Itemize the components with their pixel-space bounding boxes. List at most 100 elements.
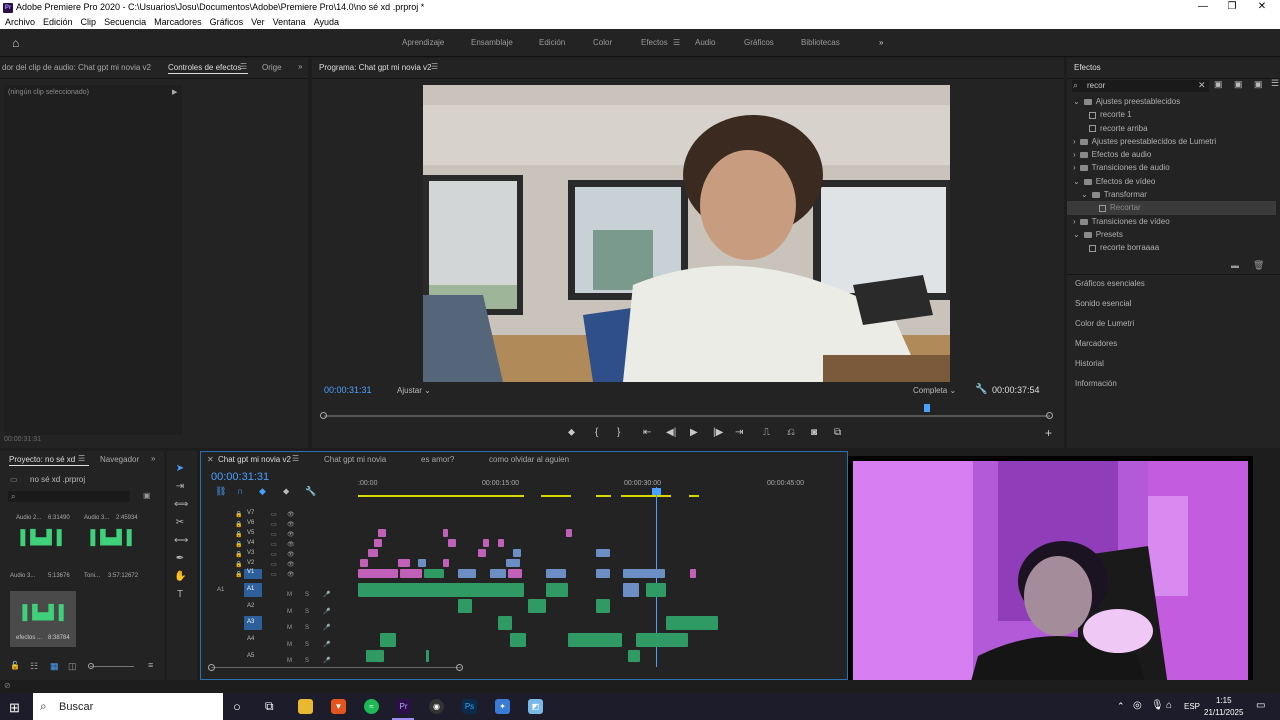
track-v6[interactable]: V6 bbox=[247, 520, 254, 526]
taskbar-search-box[interactable]: ⌕ Buscar bbox=[33, 693, 223, 720]
video-clip[interactable] bbox=[448, 539, 456, 547]
close-tab-icon[interactable]: ✕ bbox=[207, 455, 214, 464]
track-v1[interactable]: V1 bbox=[244, 569, 262, 579]
icon-view-icon[interactable]: ▦ bbox=[50, 661, 59, 672]
premiere-taskbar-icon[interactable]: Pr bbox=[396, 699, 411, 714]
program-scrubber[interactable] bbox=[324, 415, 1050, 417]
audio-clip[interactable] bbox=[666, 616, 718, 630]
ws-efectos[interactable]: Efectos bbox=[641, 38, 668, 47]
add-marker-icon[interactable]: ◆ bbox=[259, 486, 266, 497]
quality-dropdown[interactable]: Completa ⌄ bbox=[913, 386, 956, 395]
lock-icon[interactable]: 🔓 bbox=[10, 661, 20, 670]
project-menu-icon[interactable]: ☰ bbox=[78, 454, 85, 463]
tree-lumetri-folder[interactable]: › Ajustes preestablecidos de Lumetri bbox=[1071, 135, 1276, 148]
track-v5[interactable]: V5 bbox=[247, 530, 254, 536]
export-frame-icon[interactable]: ◙ bbox=[811, 427, 817, 438]
audio-clip[interactable] bbox=[498, 616, 512, 630]
accelerated-effects-icon[interactable]: ▣ bbox=[1214, 79, 1223, 90]
menu-marcadores[interactable]: Marcadores bbox=[154, 16, 202, 29]
video-clip[interactable] bbox=[546, 569, 566, 578]
video-clip[interactable] bbox=[443, 559, 449, 567]
playhead-handle[interactable] bbox=[652, 488, 661, 495]
timeline-tab-2[interactable]: Chat gpt mi novia bbox=[324, 455, 386, 464]
program-current-timecode[interactable]: 00:00:31:31 bbox=[324, 385, 372, 395]
ws-aprendizaje[interactable]: Aprendizaje bbox=[402, 38, 444, 47]
close-button[interactable]: ✕ bbox=[1252, 1, 1272, 15]
program-tab[interactable]: Programa: Chat gpt mi novia v2 bbox=[319, 63, 432, 72]
marker-icon[interactable]: ⬥ bbox=[283, 486, 289, 497]
maximize-button[interactable]: ❐ bbox=[1222, 1, 1242, 15]
video-clip[interactable] bbox=[378, 529, 386, 537]
language-indicator[interactable]: ESP bbox=[1184, 702, 1200, 711]
slip-tool-icon[interactable]: ⟷ bbox=[174, 535, 188, 547]
origin-tab[interactable]: Orige bbox=[262, 63, 282, 72]
network-icon[interactable]: ⌂ bbox=[1166, 700, 1172, 711]
menu-ventana[interactable]: Ventana bbox=[273, 16, 306, 29]
taskbar-time[interactable]: 1:15 bbox=[1216, 696, 1232, 705]
scrollbar-left-handle[interactable] bbox=[208, 664, 215, 671]
project-menu-lines-icon[interactable]: ≡ bbox=[148, 660, 153, 670]
microphone-icon[interactable]: 🎙 bbox=[1151, 700, 1164, 711]
delete-icon[interactable]: 🗑 bbox=[1253, 260, 1264, 271]
section-sonido-esencial[interactable]: Sonido esencial bbox=[1067, 294, 1280, 314]
project-item-audio-2[interactable]: ▌▙▟▐ Audio 2... 6:31490 bbox=[10, 512, 74, 568]
new-bin-icon[interactable]: ▣ bbox=[143, 491, 151, 500]
track-a1[interactable]: A1 bbox=[244, 583, 262, 597]
ripple-edit-tool-icon[interactable]: ⟺ bbox=[174, 499, 188, 511]
fit-dropdown[interactable]: Ajustar ⌄ bbox=[397, 386, 431, 395]
razor-tool-icon[interactable]: ✂ bbox=[174, 517, 186, 529]
audio-clip[interactable] bbox=[528, 599, 546, 613]
cortana-icon[interactable]: ○ bbox=[233, 699, 241, 714]
photoshop-icon[interactable]: Ps bbox=[462, 699, 477, 714]
hand-tool-icon[interactable]: ✋ bbox=[174, 571, 186, 583]
tree-recortar-selected[interactable]: Recortar bbox=[1067, 201, 1276, 215]
taskbar-date[interactable]: 21/11/2025 bbox=[1204, 708, 1243, 717]
menu-ver[interactable]: Ver bbox=[251, 16, 265, 29]
video-clip[interactable] bbox=[443, 529, 448, 537]
freeform-view-icon[interactable]: ◫ bbox=[68, 661, 77, 672]
tree-recorte-borraaaa[interactable]: recorte borraaaa bbox=[1071, 241, 1276, 254]
mark-in-icon[interactable]: { bbox=[595, 427, 598, 438]
audio-clip[interactable] bbox=[546, 583, 568, 597]
more-workspaces-icon[interactable]: » bbox=[879, 38, 883, 47]
32bit-effects-icon[interactable]: ▣ bbox=[1234, 79, 1243, 90]
video-clip[interactable] bbox=[374, 539, 382, 547]
add-marker-icon[interactable]: ⬥ bbox=[568, 427, 575, 438]
home-icon[interactable]: ⌂ bbox=[12, 36, 19, 50]
audio-clip[interactable] bbox=[366, 650, 384, 662]
pen-tool-icon[interactable]: ✒ bbox=[174, 553, 186, 565]
tray-chevron-icon[interactable]: ⌃ bbox=[1117, 701, 1125, 712]
project-search-field[interactable]: ⌕ bbox=[8, 491, 130, 502]
menu-archivo[interactable]: Archivo bbox=[5, 16, 35, 29]
timeline-tab-4[interactable]: como olvidar al aguien bbox=[489, 455, 569, 464]
playhead-marker[interactable] bbox=[924, 404, 930, 412]
video-clip[interactable] bbox=[418, 559, 426, 567]
video-clip[interactable] bbox=[424, 569, 444, 578]
lock-toggle-icons[interactable]: 🔒 🔒 🔒 🔒 🔒 🔒 🔒 bbox=[235, 510, 242, 580]
mark-out-icon[interactable]: } bbox=[617, 427, 620, 438]
new-bin-icon[interactable]: ▬ bbox=[1231, 261, 1239, 270]
project-overflow-icon[interactable]: » bbox=[151, 454, 155, 463]
extract-icon[interactable]: ⎌ bbox=[787, 427, 795, 438]
section-color-lumetri[interactable]: Color de Lumetri bbox=[1067, 314, 1280, 334]
timeline-settings-icon[interactable]: 🔧 bbox=[305, 486, 316, 497]
panel-menu-icon[interactable]: ☰ bbox=[240, 62, 247, 71]
audio-clip[interactable] bbox=[358, 583, 524, 597]
play-icon[interactable]: ▶ bbox=[690, 427, 698, 438]
step-back-icon[interactable]: ◀| bbox=[666, 427, 676, 438]
section-graficos-esenciales[interactable]: Gráficos esenciales bbox=[1067, 274, 1280, 294]
tree-presets-folder[interactable]: ⌄ Ajustes preestablecidos bbox=[1071, 95, 1276, 108]
track-v3[interactable]: V3 bbox=[247, 550, 254, 556]
video-clip[interactable] bbox=[513, 549, 521, 557]
app-icon-2[interactable]: ◩ bbox=[528, 699, 543, 714]
audio-clip[interactable] bbox=[628, 650, 640, 662]
list-view-icon[interactable]: ☷ bbox=[30, 661, 38, 672]
compare-icon[interactable]: ⧉ bbox=[834, 427, 841, 438]
video-clip[interactable] bbox=[690, 569, 696, 578]
video-clip[interactable] bbox=[623, 569, 665, 578]
go-to-in-icon[interactable]: ⇤ bbox=[643, 427, 651, 438]
track-a4[interactable]: A4 bbox=[247, 636, 254, 642]
track-a2[interactable]: A2 bbox=[247, 603, 254, 609]
ws-bibliotecas[interactable]: Bibliotecas bbox=[801, 38, 840, 47]
clear-search-icon[interactable]: ✕ bbox=[1198, 80, 1206, 91]
